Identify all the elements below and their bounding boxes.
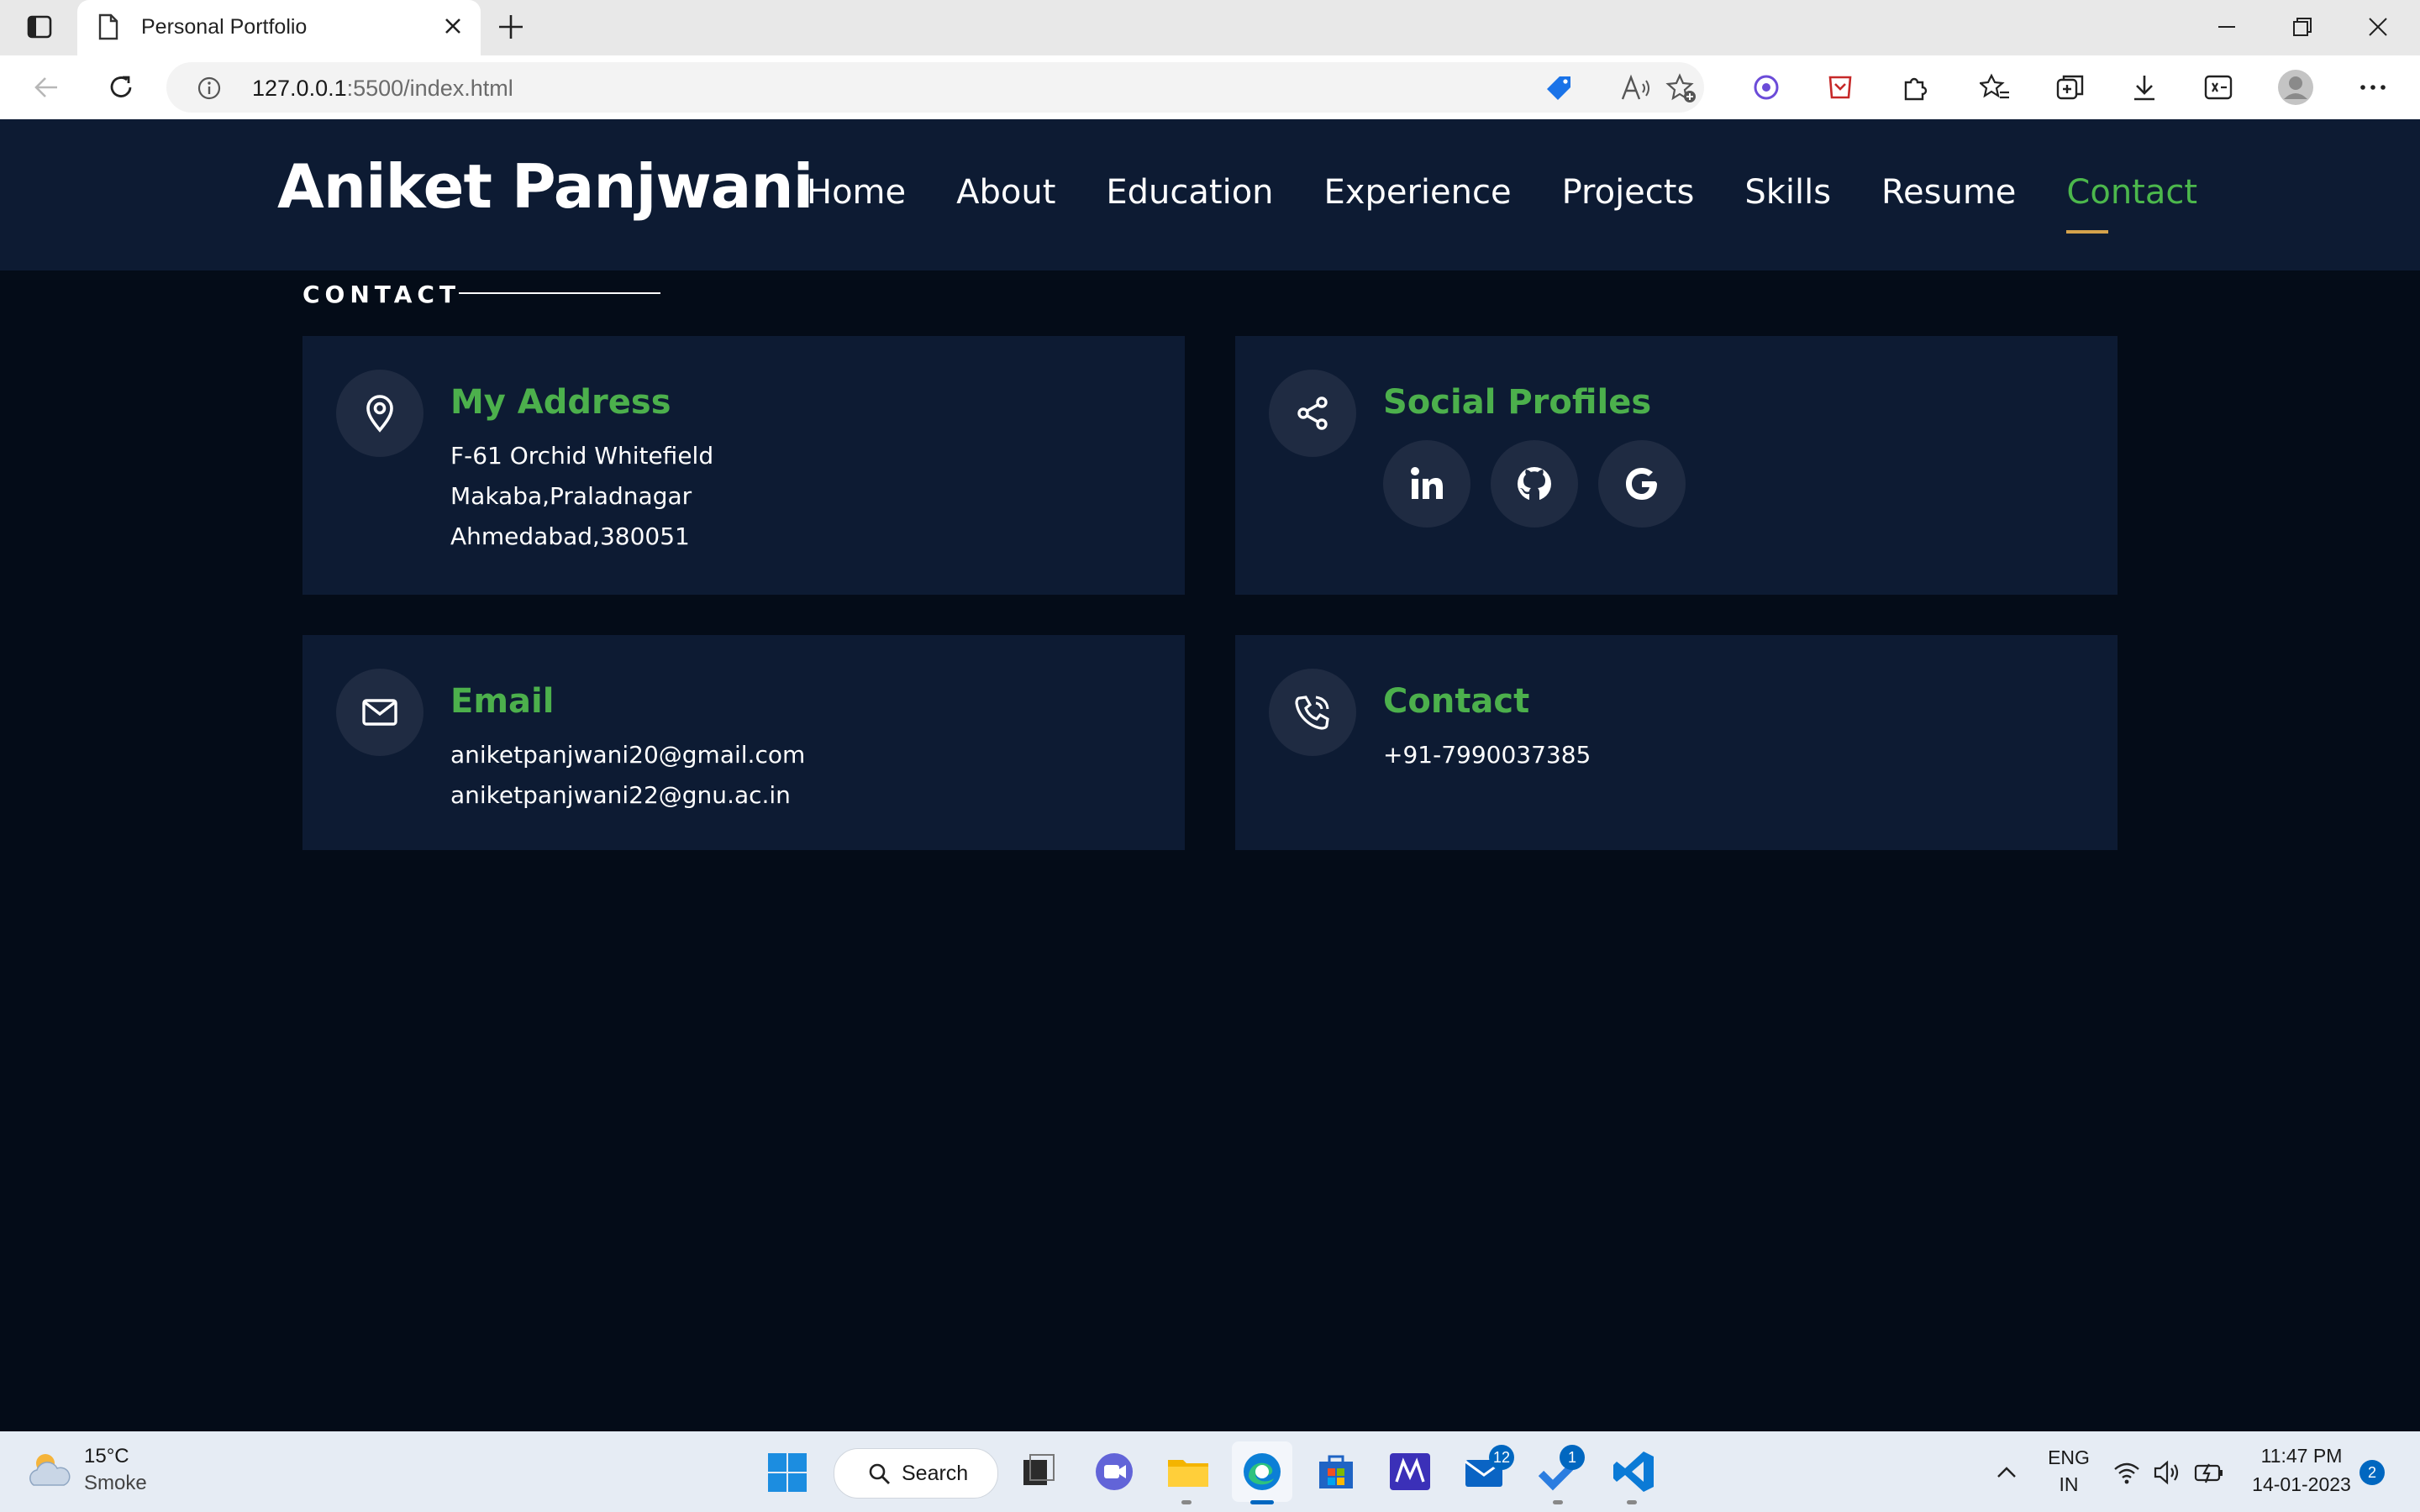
back-icon[interactable] [30,71,64,104]
running-indicator [1553,1500,1563,1504]
close-window-icon[interactable] [2363,12,2393,42]
email-address[interactable]: aniketpanjwani22@gnu.ac.in [450,781,791,809]
share-icon [1269,370,1356,457]
site-header: Aniket Panjwani Home About Education Exp… [0,119,2420,270]
language-code[interactable]: ENG [2044,1446,2094,1469]
search-label: Search [902,1462,969,1485]
weather-cloudy-icon[interactable] [25,1450,72,1492]
site-brand[interactable]: Aniket Panjwani [277,151,813,222]
refresh-icon[interactable] [104,71,138,104]
new-tab-icon[interactable] [496,12,526,42]
nav-about[interactable]: About [956,173,1055,212]
address-host: 127.0.0.1 [252,76,347,101]
web-page: Aniket Panjwani Home About Education Exp… [0,119,2420,1431]
notification-badge[interactable]: 2 [2360,1460,2385,1485]
linkedin-icon[interactable] [1383,440,1470,528]
battery-charging-icon[interactable] [2193,1460,2225,1485]
file-explorer-icon[interactable] [1165,1448,1212,1495]
address-bar[interactable]: 127.0.0.1:5500/index.html [166,62,1704,113]
running-indicator [1627,1500,1637,1504]
email-title: Email [450,682,555,721]
phone-icon [1269,669,1356,756]
teams-chat-icon[interactable] [1091,1448,1138,1495]
start-windows-icon[interactable] [766,1452,808,1494]
wifi-icon[interactable] [2112,1460,2141,1485]
email-address[interactable]: aniketpanjwani20@gmail.com [450,741,805,769]
browser-toolbar: 127.0.0.1:5500/index.html [0,55,2420,120]
vscode-icon[interactable] [1610,1448,1657,1495]
pdf-extension-icon[interactable] [1825,72,1855,102]
taskbar-search[interactable]: Search [834,1448,998,1499]
phone-number[interactable]: +91-7990037385 [1383,741,1591,769]
social-profiles-card: Social Profiles [1235,336,2118,595]
read-aloud-icon[interactable] [1620,74,1652,102]
edge-browser-icon[interactable] [1239,1448,1286,1495]
copilot-extension-icon[interactable] [1751,72,1781,102]
nav-resume[interactable]: Resume [1881,173,2016,212]
math-solver-icon[interactable] [2203,72,2233,102]
shopping-tag-icon[interactable] [1544,74,1573,102]
email-card: Email aniketpanjwani20@gmail.com aniketp… [302,635,1185,850]
close-tab-icon[interactable] [440,13,466,39]
more-options-icon[interactable] [2358,72,2388,102]
site-info-icon[interactable] [197,76,222,101]
browser-tab[interactable]: Personal Portfolio [77,0,481,55]
downloads-icon[interactable] [2129,72,2160,102]
task-view-icon[interactable] [1015,1448,1062,1495]
address-line: Makaba,Praladnagar [450,482,692,510]
favorites-icon[interactable] [1980,72,2010,102]
profile-avatar-icon[interactable] [2277,69,2314,106]
math-app-icon[interactable] [1386,1448,1434,1495]
browser-tab-bar: Personal Portfolio [0,0,2420,55]
document-icon [98,13,118,40]
google-icon[interactable] [1598,440,1686,528]
envelope-icon [336,669,424,756]
volume-icon[interactable] [2153,1460,2181,1485]
tab-actions-icon[interactable] [25,13,54,41]
nav-home[interactable]: Home [807,173,906,212]
language-region[interactable]: IN [2044,1473,2094,1496]
active-indicator [1250,1500,1274,1504]
collections-icon[interactable] [2055,72,2086,102]
todo-badge: 1 [1560,1445,1585,1470]
chevron-up-icon[interactable] [1995,1462,2018,1482]
site-nav: Home About Education Experience Projects… [807,173,2248,234]
windows-taskbar: 15°C Smoke Search 12 1 ENG IN 11:47 PM 1… [0,1431,2420,1512]
nav-experience[interactable]: Experience [1324,173,1512,212]
clock-date[interactable]: 14-01-2023 [2238,1473,2365,1496]
restore-icon[interactable] [2287,12,2317,42]
phone-card: Contact +91-7990037385 [1235,635,2118,850]
clock-time[interactable]: 11:47 PM [2238,1445,2365,1467]
microsoft-store-icon[interactable] [1313,1448,1360,1495]
phone-title: Contact [1383,682,1530,721]
search-icon [869,1463,890,1484]
weather-temperature[interactable]: 15°C [84,1445,129,1468]
minimize-icon[interactable] [2212,12,2242,42]
social-title: Social Profiles [1383,383,1652,422]
github-icon[interactable] [1491,440,1578,528]
extensions-puzzle-icon[interactable] [1899,72,1929,102]
nav-contact[interactable]: Contact [2066,173,2197,234]
mail-badge: 12 [1489,1445,1514,1470]
section-title-divider [459,292,660,294]
address-line: F-61 Orchid Whitefield [450,442,714,470]
section-title: CONTACT [302,281,461,308]
running-indicator [1181,1500,1192,1504]
address-line: Ahmedabad,380051 [450,522,690,550]
nav-projects[interactable]: Projects [1562,173,1695,212]
address-url[interactable]: 127.0.0.1:5500/index.html [252,76,513,102]
address-card: My Address F-61 Orchid Whitefield Makaba… [302,336,1185,595]
tab-title: Personal Portfolio [141,15,308,39]
weather-condition[interactable]: Smoke [84,1472,147,1495]
address-title: My Address [450,383,671,422]
nav-education[interactable]: Education [1106,173,1273,212]
location-pin-icon [336,370,424,457]
add-favorite-icon[interactable] [1665,72,1697,104]
address-path: :5500/index.html [346,76,513,101]
nav-skills[interactable]: Skills [1744,173,1831,212]
